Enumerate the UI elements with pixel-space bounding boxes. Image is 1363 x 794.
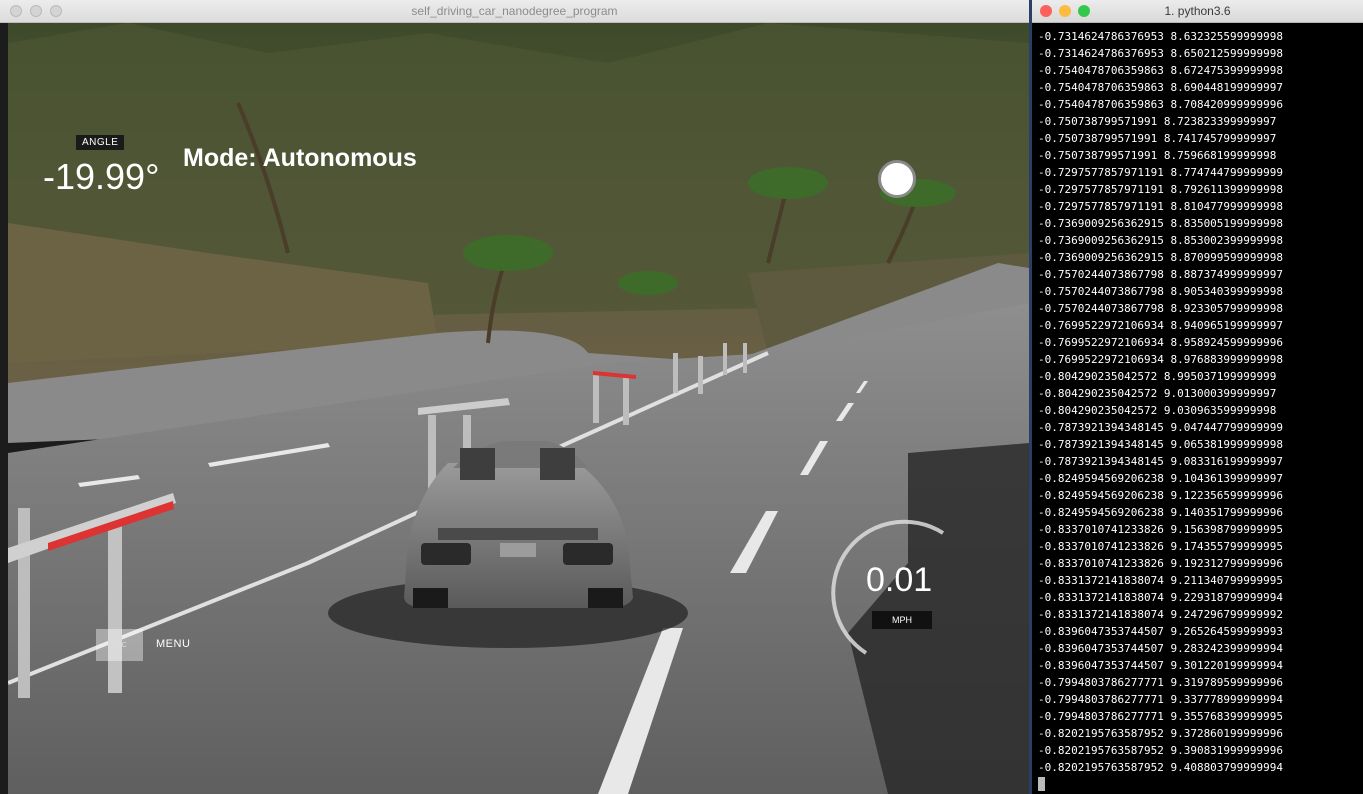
terminal-line: -0.8396047353744507 9.301220199999994 xyxy=(1038,659,1284,672)
terminal-line: -0.7699522972106934 8.976883999999998 xyxy=(1038,353,1284,366)
terminal-line: -0.7369009256362915 8.835005199999998 xyxy=(1038,217,1284,230)
terminal-line: -0.804290235042572 9.013000399999997 xyxy=(1038,387,1277,400)
drive-mode-text: Mode: Autonomous xyxy=(183,144,417,172)
terminal-line: -0.7297577857971191 8.810477999999998 xyxy=(1038,200,1284,213)
terminal-line: -0.7570244073867798 8.905340399999998 xyxy=(1038,285,1284,298)
terminal-cursor xyxy=(1038,777,1045,791)
terminal-line: -0.8202195763587952 9.372860199999996 xyxy=(1038,727,1284,740)
terminal-line: -0.8202195763587952 9.408803799999994 xyxy=(1038,761,1284,774)
terminal-line: -0.8249594569206238 9.122356599999996 xyxy=(1038,489,1284,502)
terminal-line: -0.8337010741233826 9.174355799999995 xyxy=(1038,540,1284,553)
terminal-line: -0.7314624786376953 8.650212599999998 xyxy=(1038,47,1284,60)
terminal-line: -0.7699522972106934 8.940965199999997 xyxy=(1038,319,1284,332)
terminal-line: -0.8331372141838074 9.229318799999994 xyxy=(1038,591,1284,604)
terminal-line: -0.7540478706359863 8.690448199999997 xyxy=(1038,81,1284,94)
terminal-line: -0.7994803786277771 9.355768399999995 xyxy=(1038,710,1284,723)
terminal-line: -0.8337010741233826 9.156398799999995 xyxy=(1038,523,1284,536)
terminal-line: -0.7873921394348145 9.083316199999997 xyxy=(1038,455,1284,468)
menu-label[interactable]: MENU xyxy=(156,638,190,650)
game-viewport[interactable]: ANGLE -19.99° Mode: Autonomous 0.01 MPH … xyxy=(8,23,1029,794)
record-button[interactable] xyxy=(878,160,916,198)
terminal-line: -0.7570244073867798 8.923305799999998 xyxy=(1038,302,1284,315)
driving-scene xyxy=(8,23,1029,794)
terminal-line: -0.8331372141838074 9.247296799999992 xyxy=(1038,608,1284,621)
simulator-titlebar[interactable]: self_driving_car_nanodegree_program xyxy=(0,0,1029,23)
terminal-line: -0.7873921394348145 9.047447799999999 xyxy=(1038,421,1284,434)
minimize-button[interactable] xyxy=(1059,5,1071,17)
speed-value: 0.01 xyxy=(866,561,933,599)
simulator-window-title: self_driving_car_nanodegree_program xyxy=(411,4,618,18)
terminal-line: -0.7297577857971191 8.774744799999999 xyxy=(1038,166,1284,179)
terminal-line: -0.7540478706359863 8.708420999999996 xyxy=(1038,98,1284,111)
terminal-line: -0.7994803786277771 9.337778999999994 xyxy=(1038,693,1284,706)
window-controls xyxy=(1040,5,1090,17)
terminal-titlebar[interactable]: 1. python3.6 xyxy=(1032,0,1363,23)
terminal-window: 1. python3.6 -0.7314624786376953 8.63232… xyxy=(1032,0,1363,794)
terminal-line: -0.8337010741233826 9.192312799999996 xyxy=(1038,557,1284,570)
terminal-line: -0.7873921394348145 9.065381999999998 xyxy=(1038,438,1284,451)
terminal-line: -0.7540478706359863 8.672475399999998 xyxy=(1038,64,1284,77)
window-controls xyxy=(10,5,62,17)
simulator-window: self_driving_car_nanodegree_program ANGL… xyxy=(0,0,1029,794)
terminal-line: -0.750738799571991 8.741745799999997 xyxy=(1038,132,1277,145)
zoom-button[interactable] xyxy=(1078,5,1090,17)
terminal-line: -0.8331372141838074 9.211340799999995 xyxy=(1038,574,1284,587)
terminal-line: -0.8202195763587952 9.390831999999996 xyxy=(1038,744,1284,757)
terminal-line: -0.7314624786376953 8.632325599999998 xyxy=(1038,30,1284,43)
speed-unit-label: MPH xyxy=(872,611,932,629)
terminal-line: -0.8249594569206238 9.140351799999996 xyxy=(1038,506,1284,519)
close-button[interactable] xyxy=(10,5,22,17)
close-button[interactable] xyxy=(1040,5,1052,17)
terminal-line: -0.8249594569206238 9.104361399999997 xyxy=(1038,472,1284,485)
terminal-output[interactable]: -0.7314624786376953 8.632325599999998 -0… xyxy=(1038,28,1283,776)
minimize-button[interactable] xyxy=(30,5,42,17)
terminal-line: -0.7570244073867798 8.887374999999997 xyxy=(1038,268,1284,281)
terminal-line: -0.7369009256362915 8.870999599999998 xyxy=(1038,251,1284,264)
terminal-line: -0.7369009256362915 8.853002399999998 xyxy=(1038,234,1284,247)
terminal-window-title: 1. python3.6 xyxy=(1164,4,1231,18)
angle-label: ANGLE xyxy=(76,135,125,150)
zoom-button[interactable] xyxy=(50,5,62,17)
terminal-line: -0.804290235042572 9.030963599999998 xyxy=(1038,404,1277,417)
terminal-line: -0.750738799571991 8.723823399999997 xyxy=(1038,115,1277,128)
steering-angle-value: -19.99° xyxy=(43,156,160,197)
esc-button[interactable]: ESC xyxy=(96,629,143,661)
terminal-line: -0.750738799571991 8.759668199999998 xyxy=(1038,149,1277,162)
terminal-line: -0.8396047353744507 9.283242399999994 xyxy=(1038,642,1284,655)
terminal-line: -0.7994803786277771 9.319789599999996 xyxy=(1038,676,1284,689)
terminal-line: -0.7297577857971191 8.792611399999998 xyxy=(1038,183,1284,196)
terminal-line: -0.8396047353744507 9.265264599999993 xyxy=(1038,625,1284,638)
terminal-line: -0.804290235042572 8.995037199999999 xyxy=(1038,370,1277,383)
terminal-line: -0.7699522972106934 8.958924599999996 xyxy=(1038,336,1284,349)
